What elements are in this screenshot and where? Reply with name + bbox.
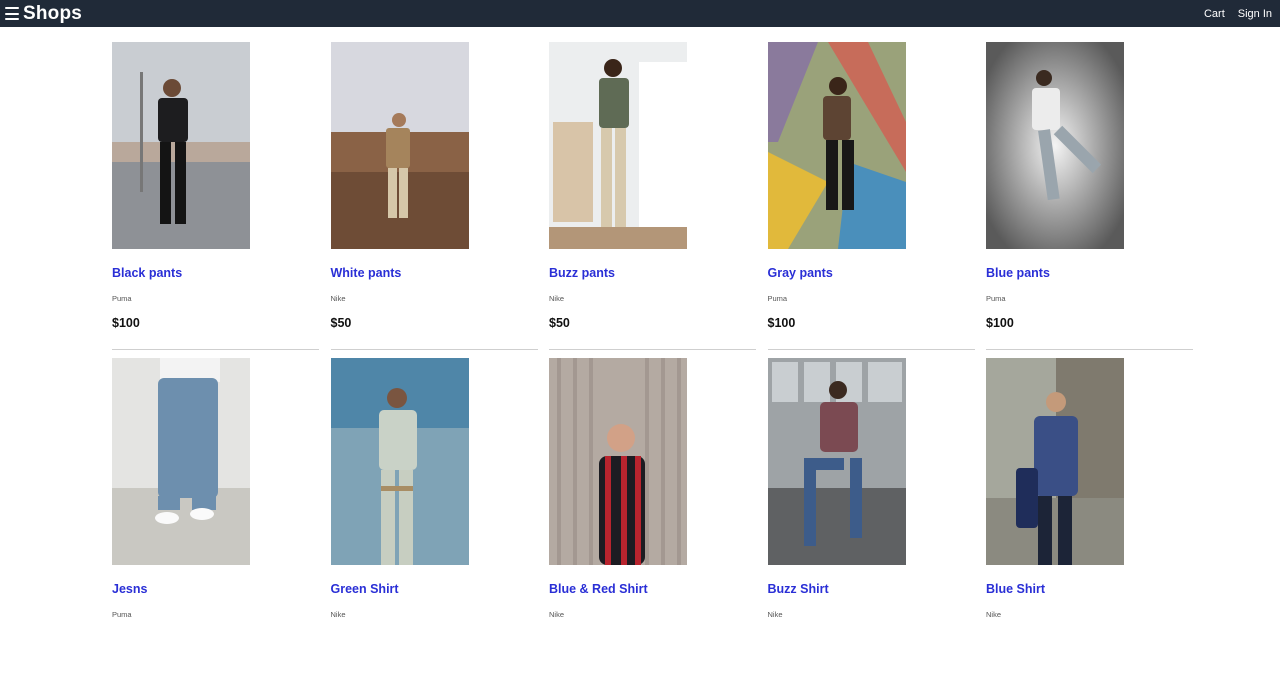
product-card: Blue & Red Shirt Nike <box>549 358 756 674</box>
product-price: $100 <box>112 316 140 330</box>
product-card: Buzz pants Nike $50 <box>549 42 756 358</box>
product-card: Jesns Puma <box>112 358 319 674</box>
divider <box>549 349 756 350</box>
brand-title[interactable]: Shops <box>23 3 82 25</box>
sign-in-link[interactable]: Sign In <box>1238 8 1272 20</box>
product-image[interactable] <box>549 42 687 249</box>
hamburger-menu-icon[interactable] <box>5 7 19 20</box>
product-image[interactable] <box>549 358 687 565</box>
product-photo <box>112 358 250 565</box>
product-image[interactable] <box>330 358 469 565</box>
product-photo <box>767 358 906 565</box>
product-card: Buzz Shirt Nike <box>767 358 975 674</box>
product-title[interactable]: Jesns <box>112 582 319 596</box>
product-photo <box>549 42 687 249</box>
product-brand: Nike <box>549 610 565 619</box>
divider <box>330 349 538 350</box>
product-title[interactable]: Blue & Red Shirt <box>549 582 756 596</box>
product-photo <box>549 358 687 565</box>
product-price: $100 <box>986 316 1014 330</box>
product-brand: Nike <box>330 610 346 619</box>
product-title[interactable]: Gray pants <box>768 266 975 280</box>
product-brand: Nike <box>549 294 565 303</box>
product-price: $50 <box>330 316 352 330</box>
divider <box>112 349 319 350</box>
divider <box>986 349 1193 350</box>
product-card: Blue pants Puma $100 <box>986 42 1193 358</box>
product-title[interactable]: Green Shirt <box>331 582 538 596</box>
product-grid: Black pants Puma $100 White pants Nike $… <box>112 42 1193 674</box>
product-image[interactable] <box>112 358 250 565</box>
product-title[interactable]: Buzz Shirt <box>768 582 975 596</box>
top-nav-links: Cart Sign In <box>1204 8 1272 20</box>
product-image[interactable] <box>986 358 1124 565</box>
product-image[interactable] <box>986 42 1124 249</box>
product-photo <box>767 42 906 249</box>
product-card: Blue Shirt Nike <box>986 358 1193 674</box>
product-card: White pants Nike $50 <box>330 42 538 358</box>
product-photo <box>986 358 1124 565</box>
product-photo <box>112 42 250 249</box>
product-brand: Nike <box>767 610 783 619</box>
product-brand: Puma <box>767 294 788 303</box>
product-title[interactable]: Blue Shirt <box>986 582 1193 596</box>
product-brand: Puma <box>112 610 132 619</box>
product-image[interactable] <box>767 42 906 249</box>
product-card: Black pants Puma $100 <box>112 42 319 358</box>
product-title[interactable]: Black pants <box>112 266 319 280</box>
product-image[interactable] <box>330 42 469 249</box>
product-title[interactable]: Buzz pants <box>549 266 756 280</box>
product-price: $100 <box>767 316 796 330</box>
product-card: Gray pants Puma $100 <box>767 42 975 358</box>
product-photo <box>986 42 1124 249</box>
cart-link[interactable]: Cart <box>1204 8 1225 20</box>
product-brand: Nike <box>986 610 1002 619</box>
product-title[interactable]: White pants <box>331 266 538 280</box>
product-title[interactable]: Blue pants <box>986 266 1193 280</box>
brand-menu[interactable]: Shops <box>5 3 82 25</box>
product-brand: Nike <box>330 294 346 303</box>
product-image[interactable] <box>767 358 906 565</box>
divider <box>767 349 975 350</box>
product-price: $50 <box>549 316 570 330</box>
product-photo <box>330 42 469 249</box>
product-card: Green Shirt Nike <box>330 358 538 674</box>
product-brand: Puma <box>986 294 1006 303</box>
product-photo <box>330 358 469 565</box>
top-navbar: Shops Cart Sign In <box>0 0 1280 27</box>
product-image[interactable] <box>112 42 250 249</box>
product-brand: Puma <box>112 294 132 303</box>
